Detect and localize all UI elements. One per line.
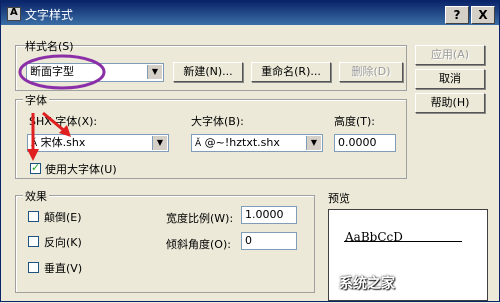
- help-button[interactable]: 帮助(H): [415, 93, 485, 113]
- vertical-label: 垂直(V): [44, 262, 83, 275]
- width-factor-input[interactable]: 1.0000: [241, 206, 297, 224]
- oblique-angle-label: 倾斜角度(O):: [166, 238, 231, 251]
- shx-font-select[interactable]: Ă 宋体.shx ▼: [27, 134, 169, 152]
- effects-group-title: 效果: [23, 188, 49, 204]
- rename-style-button[interactable]: 重命名(R)...: [251, 62, 331, 82]
- upside-down-label: 颠倒(E): [44, 211, 82, 224]
- apply-button[interactable]: 应用(A): [415, 45, 485, 65]
- width-factor-label: 宽度比例(W):: [166, 212, 234, 225]
- backwards-label: 反向(K): [44, 236, 82, 249]
- app-icon: [7, 7, 21, 21]
- help-title-button[interactable]: ?: [445, 6, 469, 24]
- use-big-font-checkbox[interactable]: [30, 161, 41, 174]
- chevron-down-icon[interactable]: ▼: [306, 136, 321, 150]
- font-group-title: 字体: [23, 92, 49, 108]
- big-font-value: @~!hztxt.shx: [204, 136, 280, 149]
- close-button[interactable]: X: [471, 6, 495, 24]
- preview-title: 预览: [328, 192, 350, 205]
- style-name-label: 样式名(S): [25, 40, 74, 53]
- big-font-icon: Ă: [195, 139, 202, 149]
- title-bar: 文字样式 ? X: [1, 1, 499, 25]
- shx-font-value: 宋体.shx: [40, 136, 86, 149]
- height-label: 高度(T):: [334, 115, 376, 128]
- big-font-select[interactable]: Ă @~!hztxt.shx ▼: [191, 134, 323, 152]
- shx-font-icon: Ă: [31, 139, 38, 149]
- preview-baseline: [344, 241, 462, 242]
- watermark-text: 系统之家: [339, 276, 395, 292]
- delete-style-button[interactable]: 删除(D): [339, 62, 403, 82]
- oblique-angle-input[interactable]: 0: [241, 232, 297, 250]
- window-title: 文字样式: [25, 8, 74, 22]
- purple-highlight-ellipse: [18, 54, 106, 90]
- chevron-down-icon[interactable]: ▼: [147, 65, 162, 79]
- backwards-checkbox[interactable]: [28, 236, 39, 247]
- cancel-button[interactable]: 取消: [415, 69, 485, 89]
- new-style-button[interactable]: 新建(N)...: [173, 62, 243, 82]
- shx-font-label: SHX 字体(X):: [29, 115, 98, 128]
- use-big-font-label: 使用大字体(U): [45, 163, 117, 176]
- height-input[interactable]: 0.0000: [334, 134, 396, 152]
- text-style-dialog: 文字样式 ? X 样式名(S) 断面字型 ▼ 新建(N)... 重命名(R)..…: [0, 0, 500, 302]
- big-font-label: 大字体(B):: [191, 115, 244, 128]
- upside-down-checkbox[interactable]: [28, 211, 39, 222]
- chevron-down-icon[interactable]: ▼: [152, 136, 167, 150]
- vertical-checkbox[interactable]: [28, 262, 39, 273]
